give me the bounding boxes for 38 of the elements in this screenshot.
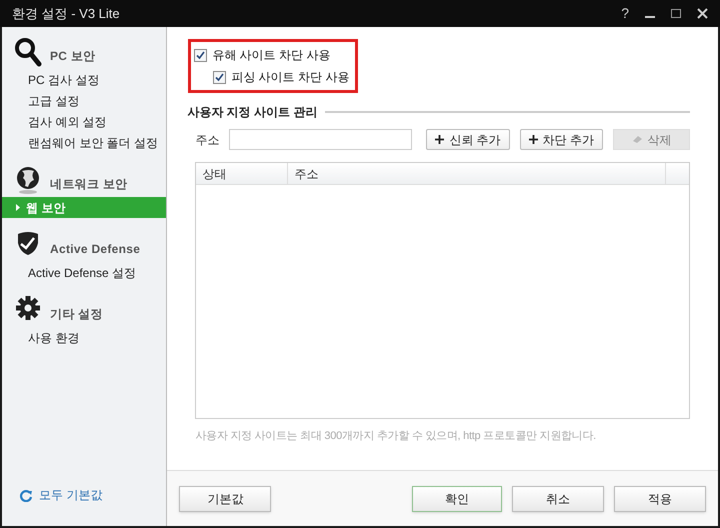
sidebar-item[interactable]: 검사 예외 설정 [2, 111, 166, 132]
section-title: 기타 설정 [50, 306, 103, 323]
globe-icon [14, 165, 42, 195]
dialog-button[interactable]: 적용 [614, 486, 706, 512]
address-label: 주소 [195, 132, 220, 148]
column-header[interactable]: 상태 [196, 163, 288, 184]
note-text: 사용자 지정 사이트는 최대 300개까지 추가할 수 있으며, http 프로토콜만 지원합니다. [195, 429, 597, 444]
section-heading: 사용자 지정 사이트 관리 [187, 104, 318, 121]
checkbox[interactable] [213, 70, 226, 84]
sidebar-item[interactable]: PC 검사 설정 [2, 69, 166, 90]
checkbox[interactable] [194, 48, 208, 62]
maximize-icon[interactable] [671, 8, 681, 18]
reset-all-link[interactable]: 모두 기본값 [39, 486, 102, 504]
section-title: Active Defense [50, 241, 140, 258]
plus-icon [435, 135, 444, 144]
close-icon[interactable] [697, 8, 708, 19]
checkbox-label: 피싱 사이트 차단 사용 [231, 69, 350, 86]
plus-icon [528, 135, 538, 144]
section-title: PC 보안 [50, 48, 96, 65]
section-title: 네트워크 보안 [50, 176, 128, 193]
dialog-button[interactable]: 취소 [512, 486, 604, 512]
column-header[interactable]: 주소 [288, 163, 666, 184]
sidebar-item[interactable]: 고급 설정 [2, 90, 166, 111]
sidebar-item[interactable]: 사용 환경 [2, 327, 166, 348]
search-icon [14, 37, 42, 67]
default-button[interactable]: 기본값 [179, 486, 272, 512]
toolbar-button[interactable]: 신뢰 추가 [426, 129, 510, 150]
window-title: 환경 설정 - V3 Lite [12, 4, 120, 23]
caret-icon [16, 204, 20, 211]
refresh-icon [20, 488, 33, 502]
eraser-icon [632, 135, 642, 144]
toolbar-button[interactable]: 차단 추가 [520, 129, 603, 150]
address-field[interactable] [229, 129, 412, 150]
help-button[interactable]: ? [621, 3, 629, 24]
sidebar-item[interactable]: Active Defense 설정 [2, 262, 166, 283]
sidebar-item[interactable]: 랜섬웨어 보안 폴더 설정 [2, 132, 166, 153]
dialog-button[interactable]: 확인 [412, 486, 502, 512]
checkbox-label: 유해 사이트 차단 사용 [212, 47, 330, 64]
